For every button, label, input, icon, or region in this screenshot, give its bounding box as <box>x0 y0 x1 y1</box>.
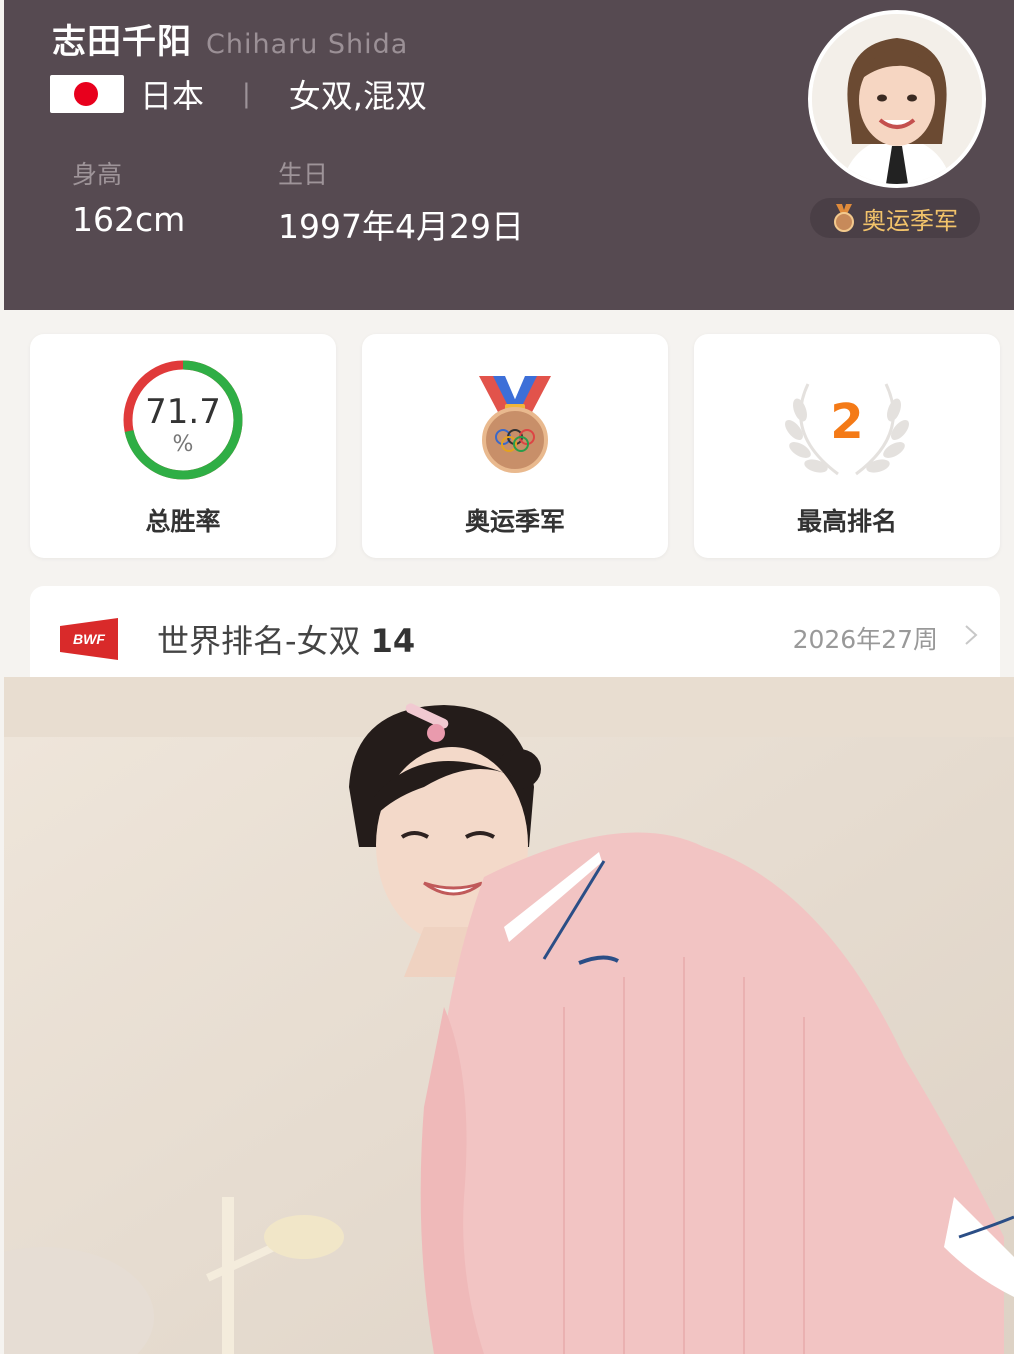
olympic-card[interactable]: 奥运季军 <box>362 334 668 558</box>
japan-flag-icon <box>50 75 124 113</box>
win-rate-card[interactable]: 71.7 % 总胜率 <box>30 334 336 558</box>
olympic-badge: 奥运季军 <box>810 198 980 238</box>
chevron-right-icon <box>965 625 978 645</box>
bronze-medal-icon <box>479 376 551 473</box>
player-name-en: Chiharu Shida <box>206 29 409 60</box>
world-ranking-label: 世界排名-女双 <box>157 622 361 660</box>
best-rank-value: 2 <box>830 394 864 450</box>
player-name-row: 志田千阳 Chiharu Shida <box>52 14 408 63</box>
country-row: 日本 | 女双,混双 <box>50 72 427 116</box>
player-name-cn: 志田千阳 <box>52 22 192 62</box>
country-name: 日本 <box>140 77 205 115</box>
player-header: 志田千阳 Chiharu Shida 日本 | 女双,混双 身高 162cm 生… <box>4 0 1014 310</box>
player-events: 女双,混双 <box>288 77 427 115</box>
divider: | <box>242 79 251 109</box>
best-rank-card[interactable]: 2 最高排名 <box>694 334 1000 558</box>
best-rank-label: 最高排名 <box>796 507 897 536</box>
birthday-value: 1997年4月29日 <box>278 207 524 246</box>
olympic-badge-text: 奥运季军 <box>862 206 958 235</box>
world-ranking-title: 世界排名-女双 14 <box>157 616 415 662</box>
player-avatar[interactable] <box>808 10 986 188</box>
world-ranking-week: 2026年27周 <box>792 625 938 654</box>
player-photo-illustration <box>4 677 1014 1354</box>
height-label: 身高 <box>72 160 123 189</box>
bronze-medal-icon <box>834 204 854 232</box>
olympic-label: 奥运季军 <box>464 507 565 536</box>
height-value: 162cm <box>72 200 186 239</box>
win-rate-value: 71.7 <box>145 392 221 432</box>
player-photo <box>4 677 1014 1354</box>
world-ranking-row[interactable]: BWF 世界排名-女双 14 2026年27周 <box>30 586 1000 678</box>
bwf-logo-icon: BWF <box>60 618 118 660</box>
win-rate-label: 总胜率 <box>145 507 221 536</box>
svg-text:BWF: BWF <box>73 631 105 647</box>
win-rate-unit: % <box>172 432 194 457</box>
world-ranking-value: 14 <box>370 622 416 660</box>
avatar-portrait <box>812 14 982 184</box>
birthday-label: 生日 <box>278 160 329 189</box>
